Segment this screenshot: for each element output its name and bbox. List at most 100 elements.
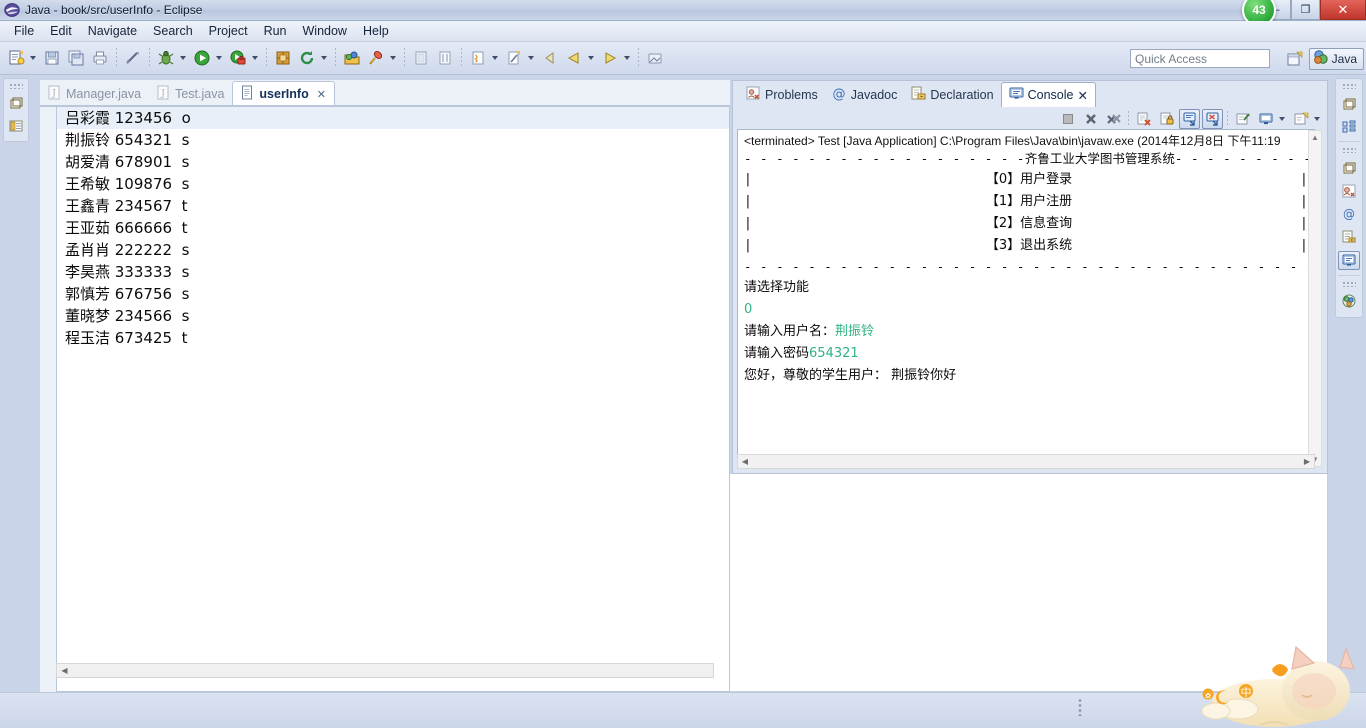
editor-line[interactable]: 王鑫青 234567 t bbox=[57, 195, 729, 217]
last-edit-location-icon[interactable] bbox=[503, 47, 525, 69]
display-selected-console-icon[interactable] bbox=[1255, 109, 1276, 129]
package-explorer-icon[interactable] bbox=[5, 116, 27, 135]
editor-line[interactable]: 郭慎芳 676756 s bbox=[57, 283, 729, 305]
back-dropdown[interactable] bbox=[586, 47, 596, 69]
pin-console-icon[interactable] bbox=[1232, 109, 1253, 129]
scroll-left-icon[interactable]: ◀ bbox=[57, 664, 72, 677]
editor-text-area[interactable]: 吕彩霞 123456 o 荆振铃 654321 s 胡爱清 678901 s 王… bbox=[56, 106, 730, 692]
run-dropdown[interactable] bbox=[214, 47, 224, 69]
menu-navigate[interactable]: Navigate bbox=[80, 23, 145, 39]
editor-line[interactable]: 李昊燕 333333 s bbox=[57, 261, 729, 283]
menu-search[interactable]: Search bbox=[145, 23, 201, 39]
console-toolbar[interactable] bbox=[1056, 108, 1324, 130]
new-java-package-icon[interactable] bbox=[272, 47, 294, 69]
show-console-on-output-icon[interactable] bbox=[1179, 109, 1200, 129]
refresh-dropdown[interactable] bbox=[319, 47, 329, 69]
external-tools-dropdown[interactable] bbox=[250, 47, 260, 69]
external-tools-icon[interactable] bbox=[227, 47, 249, 69]
last-edit-location-dropdown[interactable] bbox=[526, 47, 536, 69]
next-annotation-icon[interactable] bbox=[434, 47, 456, 69]
editor-line[interactable]: 董晓梦 234566 s bbox=[57, 305, 729, 327]
toggle-breadcrumb-dropdown[interactable] bbox=[490, 47, 500, 69]
menu-bar[interactable]: File Edit Navigate Search Project Run Wi… bbox=[0, 21, 1366, 42]
forward-dropdown[interactable] bbox=[622, 47, 632, 69]
debug-dropdown[interactable] bbox=[178, 47, 188, 69]
open-console-icon[interactable] bbox=[1290, 109, 1311, 129]
new-wizard-icon[interactable] bbox=[5, 47, 27, 69]
tab-console[interactable]: Console ✕ bbox=[1000, 82, 1096, 107]
perspective-bar[interactable]: Java bbox=[1284, 46, 1364, 71]
back-history-icon[interactable] bbox=[563, 47, 585, 69]
close-button[interactable]: ✕ bbox=[1320, 0, 1366, 20]
tab-declaration[interactable]: Declaration bbox=[904, 83, 1000, 107]
search-icon[interactable] bbox=[365, 47, 387, 69]
fastview-grip[interactable] bbox=[1342, 83, 1356, 90]
restore-button[interactable]: ❐ bbox=[1291, 0, 1320, 20]
problems-icon[interactable] bbox=[1338, 181, 1360, 200]
editor-line[interactable]: 胡爱清 678901 s bbox=[57, 151, 729, 173]
refresh-icon[interactable] bbox=[296, 47, 318, 69]
show-console-on-error-icon[interactable] bbox=[1202, 109, 1223, 129]
new-wizard-dropdown[interactable] bbox=[28, 47, 38, 69]
declaration-icon[interactable] bbox=[1338, 228, 1360, 247]
editor-line[interactable]: 吕彩霞 123456 o bbox=[57, 107, 729, 129]
scroll-left-icon[interactable]: ◀ bbox=[738, 455, 752, 468]
window-controls[interactable]: – ❐ ✕ bbox=[1262, 0, 1366, 21]
open-console-menu-icon[interactable] bbox=[1312, 108, 1322, 130]
restore-icon[interactable] bbox=[1338, 158, 1360, 177]
remove-launch-icon[interactable] bbox=[1080, 109, 1101, 129]
editor-line[interactable]: 王希敏 109876 s bbox=[57, 173, 729, 195]
editor-tab-userinfo[interactable]: userInfo ✕ bbox=[232, 81, 335, 106]
toggle-mark-occurrences-icon[interactable] bbox=[122, 47, 144, 69]
console-vertical-scrollbar[interactable]: ▲ ▼ bbox=[1308, 130, 1322, 467]
console-horizontal-scrollbar[interactable]: ◀ ▶ bbox=[737, 454, 1315, 469]
main-toolbar[interactable]: Quick Access Java bbox=[0, 42, 1366, 75]
sleeping-cat-ime-icon[interactable]: 中 ✿ bbox=[1164, 633, 1364, 728]
open-type-icon[interactable] bbox=[341, 47, 363, 69]
restore-icon[interactable] bbox=[1338, 94, 1360, 113]
javadoc-at-icon[interactable]: @ bbox=[1338, 204, 1360, 223]
tab-problems[interactable]: Problems bbox=[739, 83, 825, 107]
close-icon[interactable]: ✕ bbox=[317, 88, 326, 101]
toggle-breadcrumb-icon[interactable] bbox=[467, 47, 489, 69]
resize-grip[interactable] bbox=[1078, 698, 1082, 716]
editor-tab-bar[interactable]: J Manager.java J Test.java userInfo ✕ bbox=[40, 80, 730, 106]
forward-icon[interactable] bbox=[599, 47, 621, 69]
editor-horizontal-scrollbar[interactable]: ◀ bbox=[56, 663, 714, 678]
scroll-right-icon[interactable]: ▶ bbox=[1300, 455, 1314, 468]
menu-project[interactable]: Project bbox=[201, 23, 256, 39]
print-icon[interactable] bbox=[89, 47, 111, 69]
open-perspective-icon[interactable] bbox=[1284, 48, 1306, 70]
save-icon[interactable] bbox=[41, 47, 63, 69]
fastview-grip[interactable] bbox=[9, 83, 23, 89]
console-output-area[interactable]: <terminated> Test [Java Application] C:\… bbox=[737, 129, 1315, 469]
menu-edit[interactable]: Edit bbox=[42, 23, 80, 39]
menu-help[interactable]: Help bbox=[355, 23, 397, 39]
terminate-icon[interactable] bbox=[1057, 109, 1078, 129]
restore-icon[interactable] bbox=[5, 94, 27, 113]
remove-all-terminated-icon[interactable] bbox=[1103, 109, 1124, 129]
scroll-up-icon[interactable]: ▲ bbox=[1309, 131, 1321, 144]
search-dropdown[interactable] bbox=[388, 47, 398, 69]
editor-line[interactable]: 孟肖肖 222222 s bbox=[57, 239, 729, 261]
fastview-grip[interactable] bbox=[1342, 280, 1356, 287]
scroll-lock-icon[interactable] bbox=[1156, 109, 1177, 129]
hierarchy-icon[interactable] bbox=[1338, 292, 1360, 311]
run-icon[interactable] bbox=[191, 47, 213, 69]
outline-icon[interactable] bbox=[1338, 117, 1360, 136]
close-icon[interactable]: ✕ bbox=[1077, 88, 1087, 103]
quick-access-input[interactable]: Quick Access bbox=[1130, 49, 1270, 68]
tab-javadoc[interactable]: @ Javadoc bbox=[825, 83, 905, 107]
menu-run[interactable]: Run bbox=[256, 23, 295, 39]
right-fastview-bar[interactable]: @ bbox=[1335, 78, 1363, 318]
console-tab-bar[interactable]: Problems @ Javadoc Declaration Console ✕ bbox=[733, 81, 1327, 107]
display-selected-console-menu-icon[interactable] bbox=[1277, 108, 1287, 130]
console-icon[interactable] bbox=[1338, 250, 1360, 270]
editor-line[interactable]: 王亚茹 666666 t bbox=[57, 217, 729, 239]
back-icon[interactable] bbox=[539, 47, 561, 69]
pin-editor-icon[interactable] bbox=[644, 47, 666, 69]
editor-line[interactable]: 程玉洁 673425 t bbox=[57, 327, 729, 349]
save-all-icon[interactable] bbox=[65, 47, 87, 69]
editor-tab-test-java[interactable]: J Test.java bbox=[149, 82, 232, 106]
menu-file[interactable]: File bbox=[6, 23, 42, 39]
